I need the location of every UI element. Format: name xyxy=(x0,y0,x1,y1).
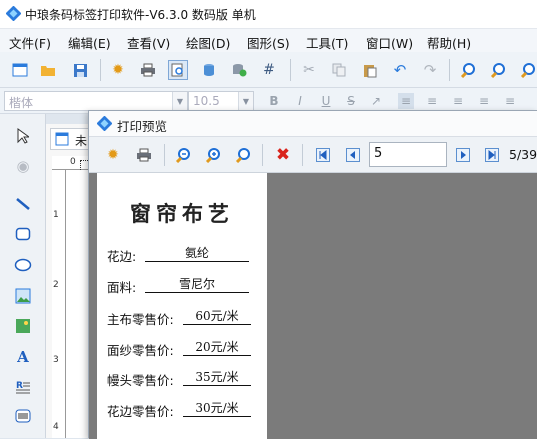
multiline-text-icon[interactable]: R xyxy=(11,375,35,399)
window-title: 中琅条码标签打印软件-V6.3.0 数码版 单机 xyxy=(25,8,256,22)
field-label: 面纱零售价: xyxy=(107,343,174,358)
canvas-strip xyxy=(66,170,88,438)
menu-draw[interactable]: 绘图(D) xyxy=(186,33,230,52)
menu-edit[interactable]: 编辑(E) xyxy=(68,33,111,52)
document-tab-label: 未 xyxy=(75,134,88,148)
close-preview-icon[interactable]: ✖ xyxy=(273,145,293,165)
chevron-down-icon: ▼ xyxy=(172,92,187,110)
cut-icon[interactable]: ✂ xyxy=(299,60,319,80)
field-value: 60元/米 xyxy=(183,307,251,325)
zoom-actual-icon[interactable] xyxy=(233,145,253,165)
justify-icon[interactable]: ≡ xyxy=(476,93,492,109)
preview-title-bar: 打印预览 xyxy=(89,111,537,137)
menu-window[interactable]: 窗口(W) xyxy=(366,33,413,52)
chevron-down-icon: ▼ xyxy=(238,92,253,110)
field-label: 幔头零售价: xyxy=(107,373,174,388)
field-value: 30元/米 xyxy=(183,399,251,417)
page-number-input[interactable]: 5 xyxy=(369,142,447,167)
open-folder-icon[interactable] xyxy=(38,60,58,80)
field-label: 花边: xyxy=(107,249,137,264)
preview-area: 窗帘布艺 花边: 氨纶 面料: 雪尼尔 主布零售价: 60元/米 面纱零售价: … xyxy=(89,173,537,439)
page-count: 5/39 xyxy=(509,147,537,162)
preview-toolbar: ✹ ✖ 5 5/39 xyxy=(89,137,537,173)
distribute-icon[interactable]: ≡ xyxy=(502,93,518,109)
database-settings-icon[interactable] xyxy=(229,60,249,80)
text-effect-icon[interactable]: ↗ xyxy=(368,93,384,109)
picture-tool-icon[interactable] xyxy=(11,314,35,338)
undo-icon[interactable]: ↶ xyxy=(390,60,410,80)
menu-view[interactable]: 查看(V) xyxy=(127,33,170,52)
rectangle-tool-icon[interactable] xyxy=(11,222,35,246)
align-right-icon[interactable]: ≡ xyxy=(450,93,466,109)
previous-page-icon[interactable] xyxy=(343,145,363,165)
font-family-value: 楷体 xyxy=(9,96,34,110)
rotate-icon[interactable]: ◉ xyxy=(11,154,35,178)
last-page-icon[interactable] xyxy=(482,145,502,165)
ruler-label: 1 xyxy=(53,210,59,220)
ruler-label: 4 xyxy=(53,422,59,432)
font-size-value: 10.5 xyxy=(193,94,220,108)
field-value: 20元/米 xyxy=(183,338,251,356)
redo-icon[interactable]: ↷ xyxy=(420,60,440,80)
align-left-icon[interactable]: ≡ xyxy=(398,93,414,109)
main-toolbar: ✹ # ✂ ↶ ↷ xyxy=(0,52,537,88)
grid-icon[interactable]: # xyxy=(259,60,279,80)
field-value: 雪尼尔 xyxy=(145,275,249,293)
ruler-label: 3 xyxy=(53,355,59,365)
first-page-icon[interactable] xyxy=(313,145,333,165)
settings-gear-icon[interactable]: ✹ xyxy=(103,145,123,165)
underline-button[interactable]: U xyxy=(318,93,334,109)
print-icon[interactable] xyxy=(138,60,158,80)
copy-icon[interactable] xyxy=(329,60,349,80)
print-preview-icon[interactable] xyxy=(168,60,188,80)
app-logo-icon xyxy=(6,6,21,21)
menu-bar: 文件(F) 编辑(E) 查看(V) 绘图(D) 图形(S) 工具(T) 窗口(W… xyxy=(0,28,537,52)
zoom-in-icon[interactable] xyxy=(203,145,223,165)
print-preview-window: 打印预览 ✹ ✖ 5 5/39 窗帘布艺 花边: 氨纶 面料: 雪尼尔 主布零售… xyxy=(88,110,537,439)
menu-help[interactable]: 帮助(H) xyxy=(427,33,471,52)
italic-button[interactable]: I xyxy=(292,93,308,109)
zoom-out-icon[interactable] xyxy=(488,60,508,80)
bold-button[interactable]: B xyxy=(266,93,282,109)
document-icon xyxy=(55,132,69,146)
field-label: 面料: xyxy=(107,280,137,295)
align-center-icon[interactable]: ≡ xyxy=(424,93,440,109)
app-logo-icon xyxy=(97,116,112,131)
print-icon[interactable] xyxy=(134,145,154,165)
zoom-out-icon[interactable] xyxy=(173,145,193,165)
label-page: 窗帘布艺 花边: 氨纶 面料: 雪尼尔 主布零售价: 60元/米 面纱零售价: … xyxy=(97,173,267,439)
zoom-fit-icon[interactable] xyxy=(518,60,537,80)
new-file-icon[interactable] xyxy=(10,60,30,80)
barcode-tool-icon[interactable] xyxy=(11,404,35,428)
field-label: 主布零售价: xyxy=(107,312,174,327)
ellipse-tool-icon[interactable] xyxy=(11,253,35,277)
horizontal-ruler: 0 xyxy=(52,156,92,170)
line-tool-icon[interactable] xyxy=(11,192,35,216)
settings-gear-icon[interactable]: ✹ xyxy=(108,60,128,80)
ruler-label: 2 xyxy=(53,280,59,290)
image-tool-icon[interactable] xyxy=(11,284,35,308)
label-heading: 窗帘布艺 xyxy=(130,201,234,226)
text-tool-icon[interactable]: A xyxy=(11,345,35,369)
title-bar: 中琅条码标签打印软件-V6.3.0 数码版 单机 xyxy=(0,0,537,28)
menu-tools[interactable]: 工具(T) xyxy=(306,33,348,52)
next-page-icon[interactable] xyxy=(453,145,473,165)
database-icon[interactable] xyxy=(199,60,219,80)
vertical-ruler: 1 2 3 4 xyxy=(52,170,66,438)
zoom-in-icon[interactable] xyxy=(458,60,478,80)
field-value: 35元/米 xyxy=(183,368,251,386)
font-size-select[interactable]: 10.5 ▼ xyxy=(188,91,254,111)
drawing-toolbox: ◉ A R xyxy=(0,114,46,438)
select-pointer-icon[interactable] xyxy=(11,124,35,148)
preview-window-title: 打印预览 xyxy=(117,119,168,134)
menu-shape[interactable]: 图形(S) xyxy=(247,33,290,52)
menu-file[interactable]: 文件(F) xyxy=(9,33,51,52)
ruler-label: 0 xyxy=(70,157,76,167)
font-family-select[interactable]: 楷体 ▼ xyxy=(4,91,188,111)
field-value: 氨纶 xyxy=(145,244,249,262)
save-icon[interactable] xyxy=(70,60,90,80)
paste-icon[interactable] xyxy=(360,60,380,80)
field-label: 花边零售价: xyxy=(107,404,174,419)
strikethrough-button[interactable]: S xyxy=(343,93,359,109)
